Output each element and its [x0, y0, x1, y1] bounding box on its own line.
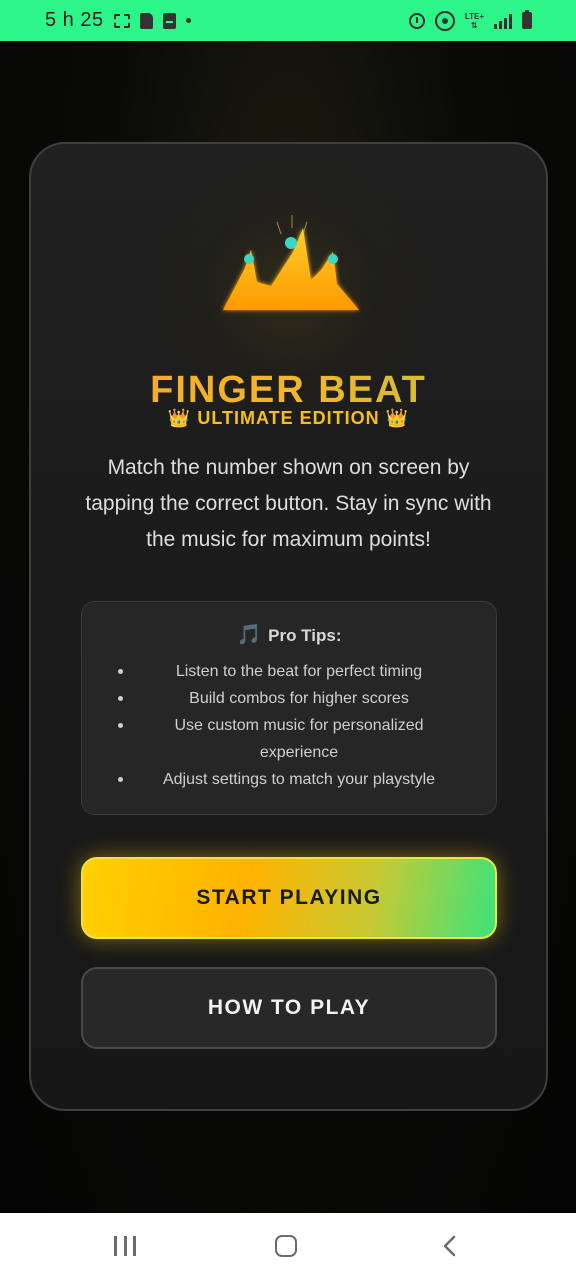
status-bar: 5 h 25 LTE+ ⇅ [0, 0, 576, 41]
screenshot-icon [113, 13, 130, 28]
bullet-icon [118, 696, 123, 701]
bullet-icon [118, 777, 123, 782]
app-screen: 5 h 25 LTE+ ⇅ FINGER BEAT 👑 ULTIMATE EDI… [0, 0, 576, 1280]
tip-text: Adjust settings to match your playstyle [162, 771, 436, 788]
list-item: Adjust settings to match your playstyle [82, 766, 496, 793]
battery-icon [522, 10, 532, 29]
edition-subtitle: 👑 ULTIMATE EDITION 👑 [31, 408, 546, 429]
welcome-card: FINGER BEAT 👑 ULTIMATE EDITION 👑 Match t… [29, 142, 548, 1111]
lte-icon: LTE+ ⇅ [464, 11, 484, 30]
music-note-icon: 🎵 [236, 624, 262, 646]
recent-apps-icon[interactable] [114, 1236, 136, 1256]
navigation-bar [0, 1213, 576, 1280]
tip-text: Use custom music for personalized experi… [174, 717, 424, 761]
status-right: LTE+ ⇅ [408, 0, 532, 41]
crown-icon: 👑 [167, 408, 192, 428]
pro-tips-title: 🎵 Pro Tips: [82, 622, 496, 647]
pdf-icon [162, 12, 176, 29]
hotspot-icon [434, 10, 455, 31]
lte-label: LTE+ [464, 11, 484, 21]
bullet-icon [118, 723, 123, 728]
back-icon[interactable] [440, 1234, 460, 1258]
tip-text: Listen to the beat for perfect timing [175, 663, 423, 680]
start-playing-button[interactable]: START PLAYING [81, 857, 497, 939]
list-item: Listen to the beat for perfect timing [82, 658, 496, 685]
game-description: Match the number shown on screen by tapp… [85, 456, 492, 551]
crown-mountain-logo-icon [223, 215, 359, 310]
how-to-play-button[interactable]: HOW TO PLAY [81, 967, 497, 1049]
signal-icon [494, 13, 512, 29]
pro-tips-box: 🎵 Pro Tips: Listen to the beat for perfe… [81, 601, 497, 815]
status-time: 5 h 25 [45, 9, 104, 31]
tip-text: Build combos for higher scores [189, 690, 409, 707]
status-left: 5 h 25 [45, 9, 191, 32]
edition-label: ULTIMATE EDITION [197, 408, 380, 428]
crown-icon: 👑 [385, 408, 410, 428]
home-icon[interactable] [275, 1235, 297, 1257]
pro-tips-label: Pro Tips: [268, 626, 342, 645]
pro-tips-list: Listen to the beat for perfect timing Bu… [82, 658, 496, 793]
bullet-icon [118, 669, 123, 674]
game-title: FINGER BEAT [31, 369, 546, 412]
notification-dot-icon [185, 18, 191, 23]
alarm-icon [408, 12, 425, 29]
list-item: Build combos for higher scores [82, 685, 496, 712]
sd-card-icon [139, 12, 153, 29]
list-item: Use custom music for personalized experi… [82, 712, 496, 766]
